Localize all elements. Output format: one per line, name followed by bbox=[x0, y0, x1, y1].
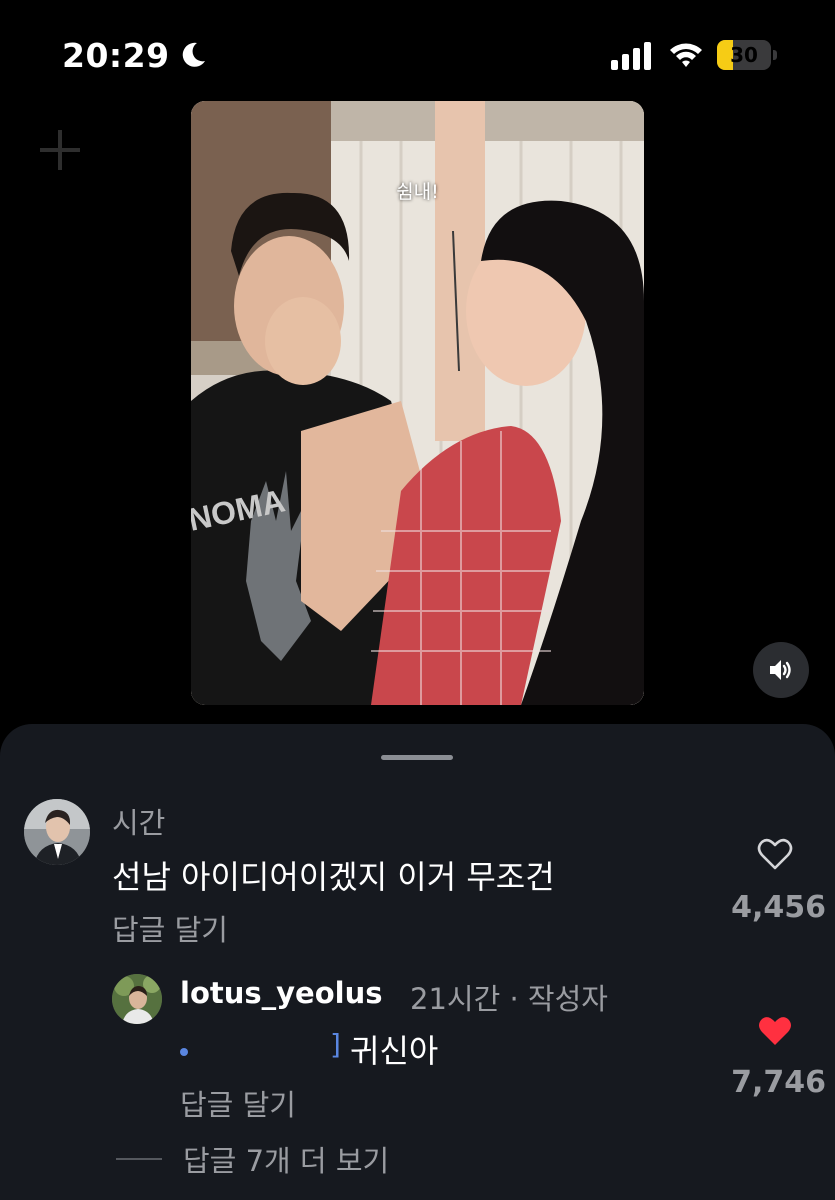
mention-link[interactable]: ] bbox=[180, 1024, 342, 1064]
heart-outline-icon[interactable] bbox=[757, 837, 793, 871]
battery-icon: 30 bbox=[717, 40, 777, 70]
video-caption: 쉼내! bbox=[396, 181, 439, 203]
plus-icon bbox=[40, 130, 80, 170]
sound-toggle-button[interactable] bbox=[753, 642, 809, 698]
like-count: 4,456 bbox=[731, 890, 826, 925]
comment-text: 귀신아 bbox=[350, 1032, 439, 1070]
view-more-replies-button[interactable]: 답글 7개 더 보기 bbox=[183, 1138, 389, 1180]
like-count: 7,746 bbox=[731, 1065, 826, 1100]
divider bbox=[116, 1158, 162, 1160]
status-time: 20:29 bbox=[62, 36, 170, 75]
status-bar: 20:29 30 bbox=[0, 0, 835, 110]
heart-filled-icon[interactable] bbox=[757, 1014, 793, 1048]
moon-icon bbox=[182, 42, 205, 67]
comment-username[interactable]: lotus_yeolus bbox=[180, 976, 382, 1010]
comments-sheet: 시간 선남 아이디어이겠지 이거 무조건 답글 달기 4,456 lotus_y… bbox=[0, 724, 835, 1200]
comment-time: 시간 bbox=[112, 806, 166, 840]
avatar[interactable] bbox=[24, 799, 90, 865]
avatar[interactable] bbox=[112, 974, 162, 1024]
sheet-drag-handle[interactable] bbox=[381, 755, 453, 760]
speaker-icon bbox=[770, 660, 791, 680]
reply-button[interactable]: 답글 달기 bbox=[180, 1082, 296, 1124]
signal-icon bbox=[611, 42, 651, 70]
wifi-icon bbox=[670, 43, 702, 67]
video-player[interactable]: NOMA 쉼내! bbox=[191, 101, 644, 705]
comment-text: 선남 아이디어이겠지 이거 무조건 bbox=[112, 858, 555, 896]
reply-button[interactable]: 답글 달기 bbox=[112, 907, 228, 949]
battery-level: 30 bbox=[730, 43, 758, 67]
comment-time: 21시간 · 작성자 bbox=[410, 982, 608, 1016]
